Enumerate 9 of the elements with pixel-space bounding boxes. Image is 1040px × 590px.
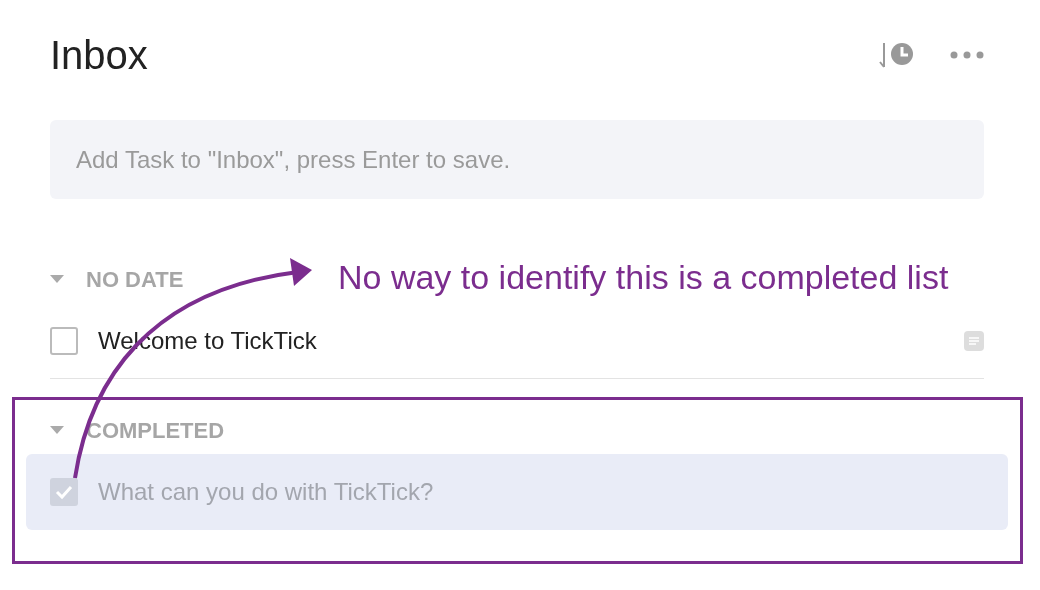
checkbox[interactable]: [50, 478, 78, 506]
section-header: COMPLETED: [86, 416, 225, 445]
page-title: Inbox: [50, 32, 149, 79]
checkbox[interactable]: [50, 326, 78, 355]
annotation-text: No way to identify this is a completed list: [338, 257, 949, 298]
add-task-field[interactable]: Add Task to "Inbox", press Enter to save.: [50, 120, 984, 199]
more-icon[interactable]: [950, 51, 984, 59]
task-title: What can you do with TickTick?: [98, 477, 435, 507]
section-header: NO DATE: [86, 265, 184, 294]
